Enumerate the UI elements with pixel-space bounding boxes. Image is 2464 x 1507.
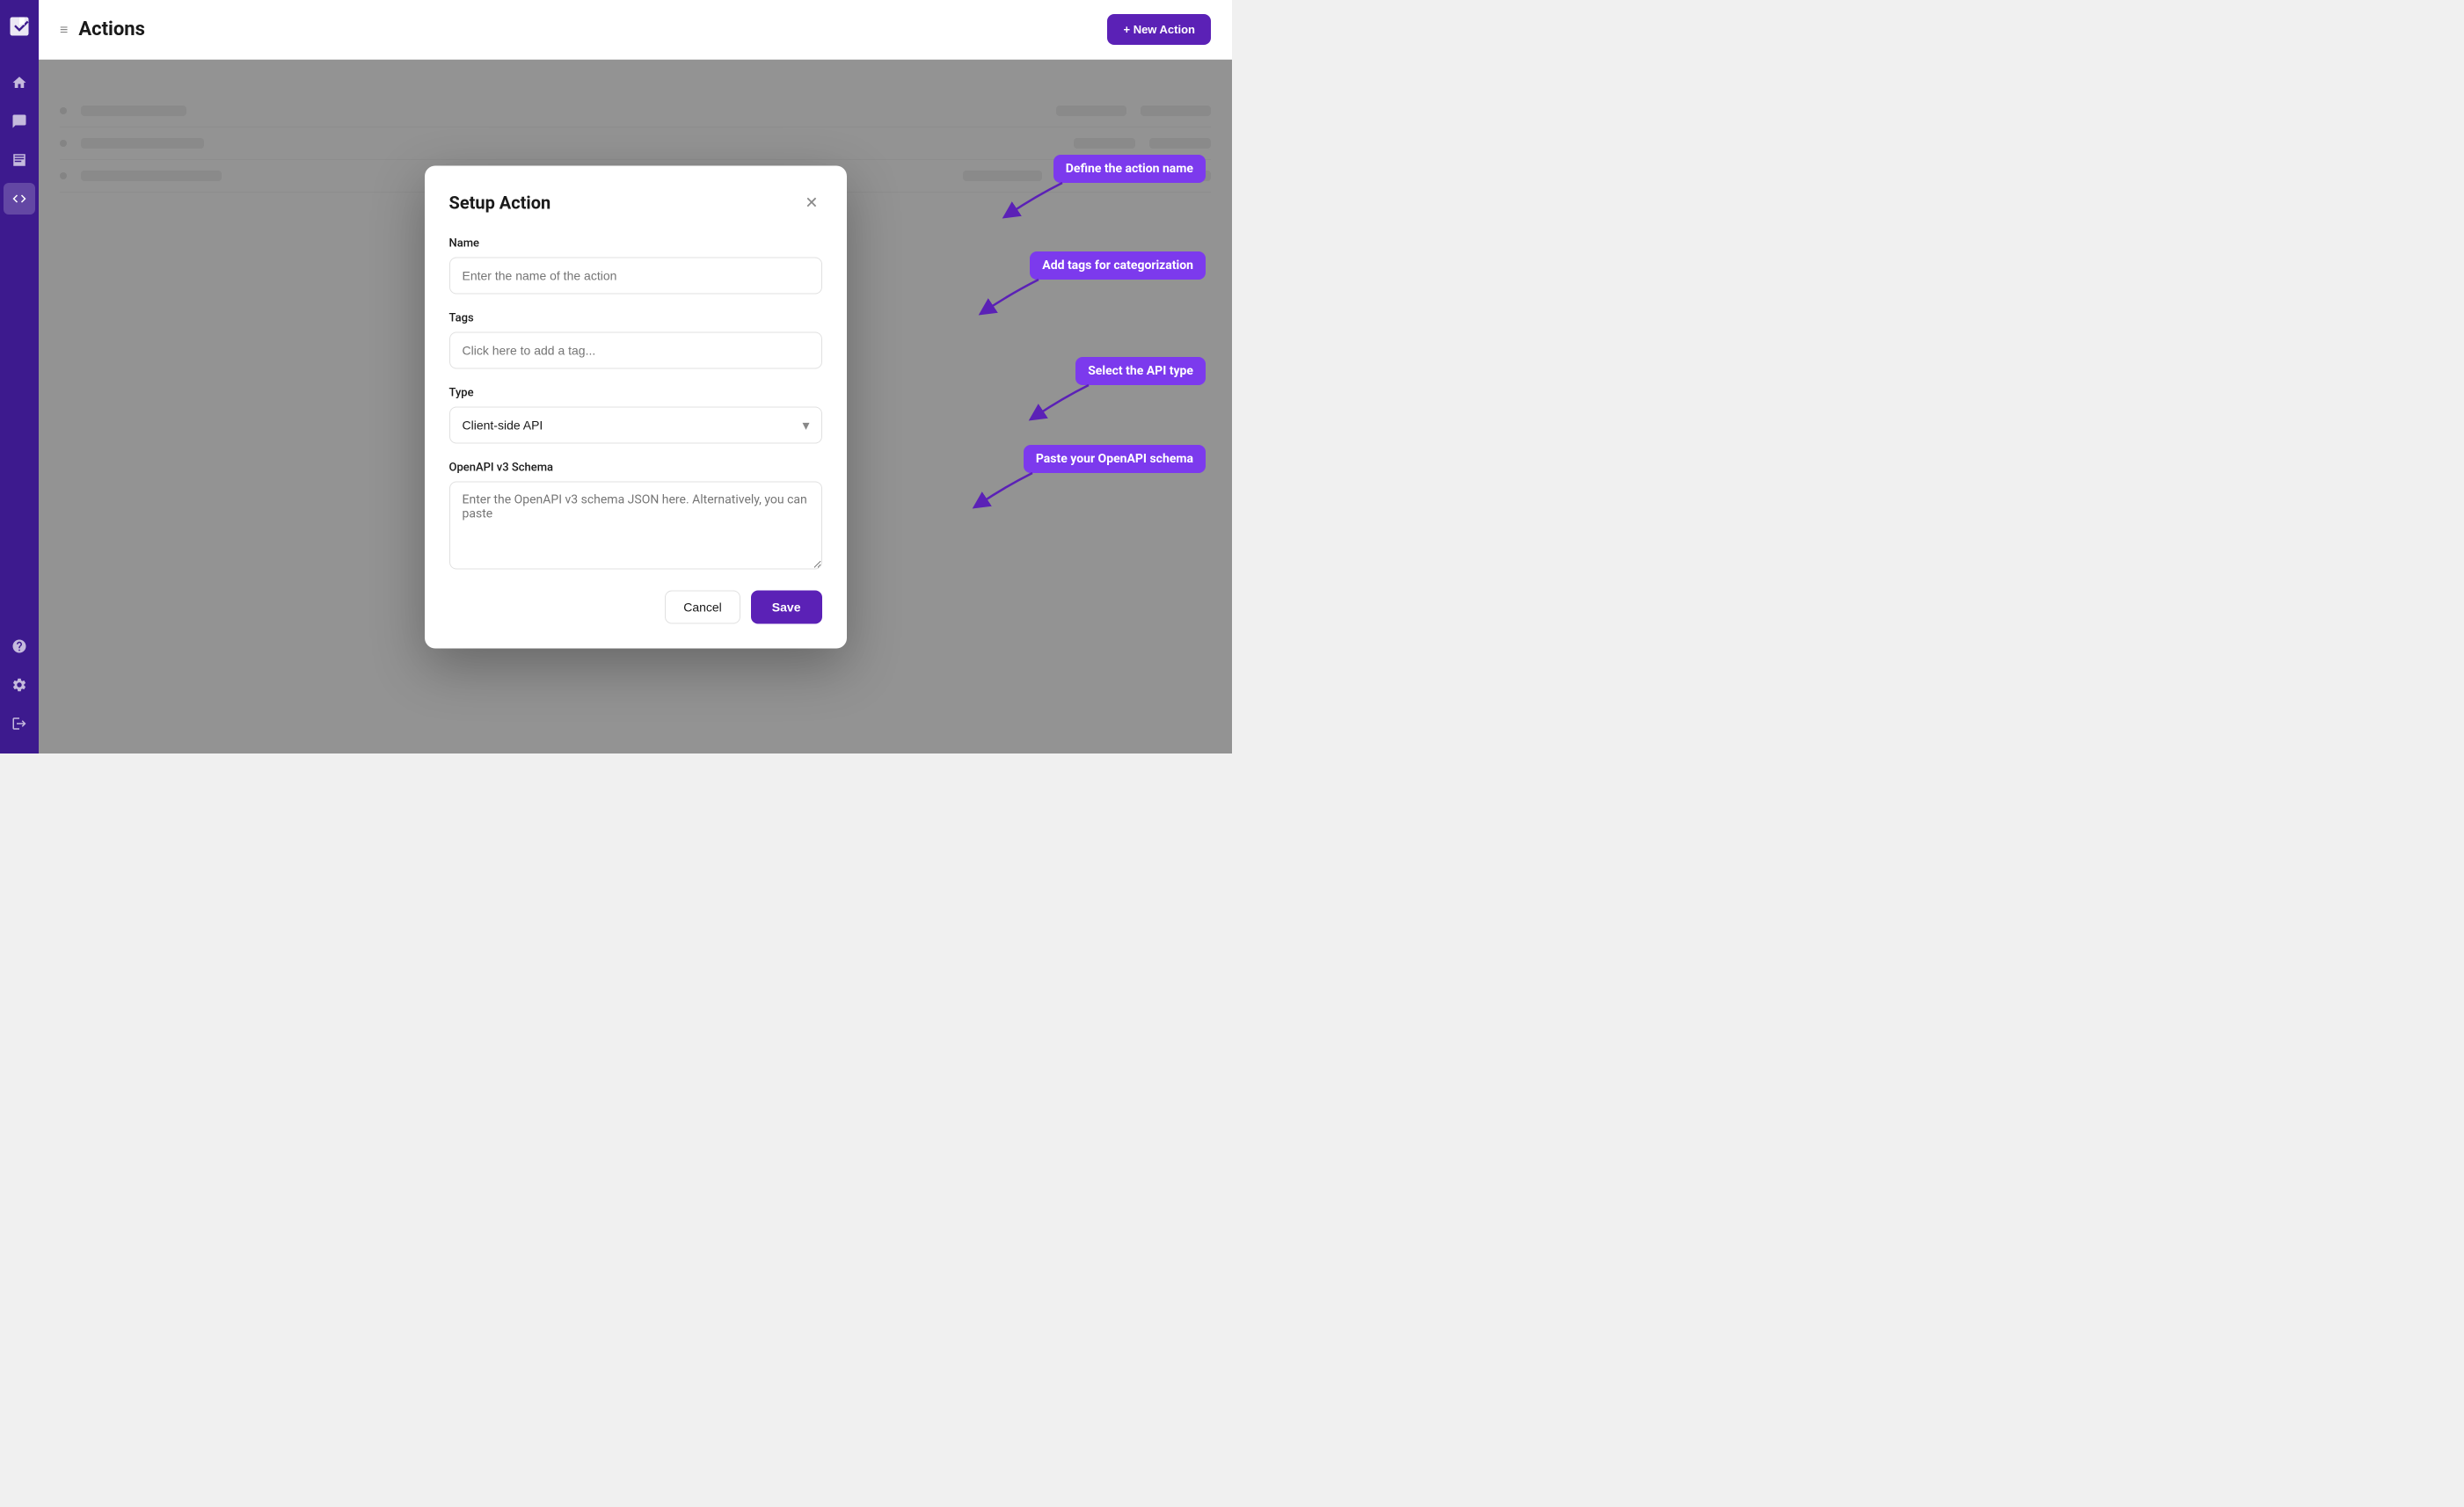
- annotation-type-arrow: [1027, 381, 1097, 425]
- menu-icon: ≡: [60, 21, 68, 39]
- tags-input[interactable]: [449, 331, 822, 368]
- sidebar-item-docs[interactable]: [4, 144, 35, 176]
- annotation-schema-bubble: Paste your OpenAPI schema: [1024, 445, 1206, 473]
- schema-field-group: OpenAPI v3 Schema: [449, 461, 822, 572]
- main-content: ≡ Actions + New Action: [39, 0, 1232, 754]
- new-action-button[interactable]: + New Action: [1107, 14, 1211, 45]
- dialog-title: Setup Action: [449, 193, 551, 214]
- topbar: ≡ Actions + New Action: [39, 0, 1232, 60]
- sidebar-item-chat[interactable]: [4, 106, 35, 137]
- name-input[interactable]: [449, 257, 822, 294]
- annotation-name-arrow: [1001, 178, 1071, 222]
- content-area: Setup Action ✕ Name Tags Type Client-sid…: [39, 60, 1232, 754]
- annotation-type: Select the API type: [1075, 357, 1206, 385]
- dialog-header: Setup Action ✕: [449, 190, 822, 215]
- sidebar-item-home[interactable]: [4, 67, 35, 98]
- logo[interactable]: [7, 14, 32, 42]
- tags-label: Tags: [449, 311, 822, 324]
- close-button[interactable]: ✕: [801, 190, 821, 215]
- annotation-tags: Add tags for categorization: [1030, 251, 1206, 280]
- annotation-schema: Paste your OpenAPI schema: [1024, 445, 1206, 473]
- topbar-left: ≡ Actions: [60, 18, 145, 40]
- type-select-wrapper: Client-side API Server-side API Webhook …: [449, 406, 822, 443]
- type-label: Type: [449, 386, 822, 399]
- sidebar-item-settings[interactable]: [4, 669, 35, 701]
- type-field-group: Type Client-side API Server-side API Web…: [449, 386, 822, 443]
- sidebar-item-support[interactable]: [4, 630, 35, 662]
- annotation-schema-arrow: [971, 469, 1041, 513]
- sidebar-bottom: [4, 630, 35, 739]
- save-button[interactable]: Save: [751, 590, 822, 623]
- annotation-name-bubble: Define the action name: [1053, 155, 1206, 183]
- type-select[interactable]: Client-side API Server-side API Webhook: [449, 406, 822, 443]
- annotation-name: Define the action name: [1053, 155, 1206, 183]
- schema-textarea[interactable]: [449, 481, 822, 569]
- page-title: Actions: [78, 18, 145, 40]
- sidebar-item-logout[interactable]: [4, 708, 35, 739]
- annotation-tags-bubble: Add tags for categorization: [1030, 251, 1206, 280]
- name-label: Name: [449, 237, 822, 250]
- name-field-group: Name: [449, 237, 822, 294]
- cancel-button[interactable]: Cancel: [665, 590, 740, 623]
- schema-label: OpenAPI v3 Schema: [449, 461, 822, 474]
- setup-action-dialog: Setup Action ✕ Name Tags Type Client-sid…: [425, 165, 847, 648]
- dialog-footer: Cancel Save: [449, 590, 822, 623]
- sidebar-item-code[interactable]: [4, 183, 35, 215]
- tags-field-group: Tags: [449, 311, 822, 368]
- annotation-tags-arrow: [977, 275, 1047, 319]
- sidebar: [0, 0, 39, 754]
- dialog-container: Setup Action ✕ Name Tags Type Client-sid…: [425, 165, 847, 648]
